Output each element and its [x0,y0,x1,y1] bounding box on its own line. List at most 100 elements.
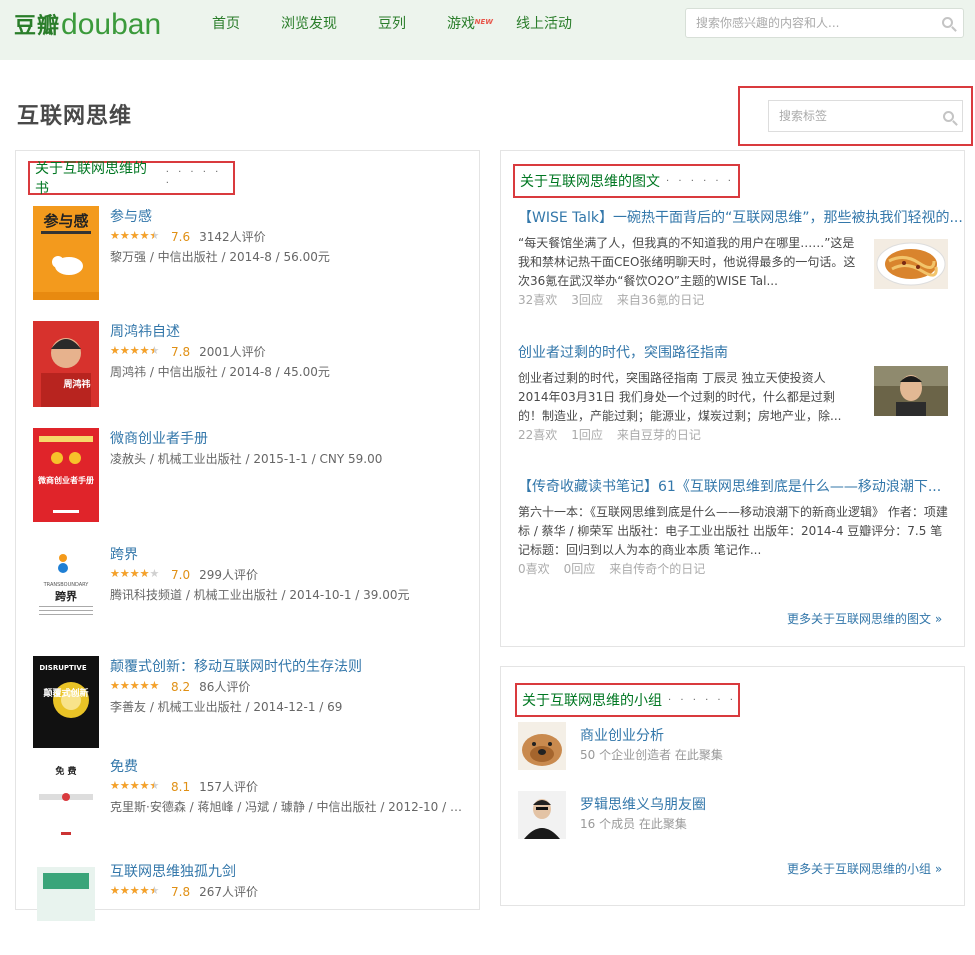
note-title[interactable]: 【传奇收藏读书笔记】61《互联网思维到底是什么——移动浪潮下... [518,479,941,495]
nav-item-home[interactable]: 首页 [212,14,240,34]
book-cover[interactable]: 微商创业者手册 [33,428,99,522]
search-icon[interactable] [942,17,953,28]
note-replies: 3回应 [571,293,603,307]
svg-text:颠覆式创新: 颠覆式创新 [43,687,88,699]
book-rating: ★★★★★★★★★★ 7.8 267人评价 [110,883,258,900]
site-search-input[interactable] [686,9,926,37]
rating-score: 8.1 [171,779,191,794]
note-source[interactable]: 来自豆芽的日记 [617,428,701,442]
books-header: 关于互联网思维的书 · · · · · · [28,161,235,197]
notes-panel: 关于互联网思维的图文 · · · · · · 【WISE Talk】一碗热干面背… [500,150,965,647]
rating-votes[interactable]: 299人评价 [199,566,258,583]
rating-score: 7.0 [171,567,191,582]
rating-stars: ★★★★★★★★★★ [110,228,160,242]
more-notes-link[interactable]: 更多关于互联网思维的图文 » [787,610,942,627]
group-member-count: 16 个成员 在此聚集 [580,817,687,831]
book-cover[interactable]: 周鸿祎 [33,321,99,415]
note-replies: 1回应 [571,428,603,442]
book-pub-info: 凌赦头 / 机械工业出版社 / 2015-1-1 / CNY 59.00 [110,452,383,466]
note-meta: 32喜欢 3回应 来自36氪的日记 [518,291,718,308]
rating-votes[interactable]: 3142人评价 [199,228,266,245]
book-title[interactable]: 微商创业者手册 [110,428,208,448]
note-replies: 0回应 [563,562,596,576]
book-title[interactable]: 周鸿祎自述 [110,321,180,341]
nav-label: 首页 [212,16,240,32]
svg-text:跨界: 跨界 [55,589,77,603]
nav-label: 线上活动 [516,16,572,32]
note-excerpt: “每天餐馆坐满了人，但我真的不知道我的用户在哪里……”这是我和禁林记热干面CEO… [518,236,856,288]
book-cover[interactable]: 免 费 [33,756,99,850]
note-meta: 22喜欢 1回应 来自豆芽的日记 [518,426,715,443]
book-title[interactable]: 互联网思维独孤九剑 [110,861,236,881]
book-cover[interactable] [33,861,99,955]
rating-stars: ★★★★★★★★★★ [110,566,160,580]
groups-header: 关于互联网思维的小组 · · · · · · [515,683,740,717]
rating-score: 7.8 [171,884,191,899]
rating-stars: ★★★★★★★★★★ [110,883,160,897]
note-likes: 32喜欢 [518,293,558,307]
book-pub-info: 克里斯·安德森 / 蒋旭峰 / 冯斌 / 璩静 / 中信出版社 / 2012-1… [110,800,462,814]
rating-votes[interactable]: 267人评价 [199,883,258,900]
group-avatar[interactable] [518,791,566,839]
nav-label: 豆列 [378,16,406,32]
note-excerpt: 创业者过剩的时代，突围路径指南 丁辰灵 独立天使投资人 2014年03月31日 … [518,371,842,423]
group-member-count: 50 个企业创造者 在此聚集 [580,748,723,762]
tag-search-input[interactable] [769,101,929,131]
svg-text:参与感: 参与感 [43,212,88,230]
section-dots: · · · · · · [165,167,222,189]
note-likes: 22喜欢 [518,428,558,442]
page-title: 互联网思维 [17,104,133,129]
svg-text:TRANSBOUNDARY: TRANSBOUNDARY [43,582,90,588]
svg-text:微商创业者手册: 微商创业者手册 [37,475,94,485]
nav-item-games[interactable]: 游戏 NEW [447,14,493,34]
book-title[interactable]: 参与感 [110,206,152,226]
rating-votes[interactable]: 86人评价 [199,678,250,695]
note-source[interactable]: 来自36氪的日记 [617,293,704,307]
groups-panel: 关于互联网思维的小组 · · · · · · 商业创业分析 50 个企业创造者 … [500,666,965,906]
nav-item-explore[interactable]: 浏览发现 [281,14,337,34]
search-icon[interactable] [943,111,954,122]
book-pub-info: 李善友 / 机械工业出版社 / 2014-12-1 / 69 [110,700,343,714]
rating-score: 7.6 [171,229,191,244]
note-excerpt: 第六十一本：《互联网思维到底是什么——移动浪潮下的新商业逻辑》 作者：项建标 /… [518,505,948,557]
rating-votes[interactable]: 157人评价 [199,778,258,795]
rating-stars: ★★★★★★★★★★ [110,778,160,792]
rating-votes[interactable]: 2001人评价 [199,343,266,360]
book-cover[interactable]: DISRUPTIVE 颠覆式创新 [33,656,99,750]
section-dots: · · · · · · [668,694,736,706]
book-cover[interactable]: 参与感 [33,206,99,300]
note-title[interactable]: 创业者过剩的时代，突围路径指南 [518,345,728,361]
rating-stars: ★★★★★★★★★★ [110,678,160,692]
book-cover[interactable]: TRANSBOUNDARY 跨界 [33,544,99,638]
note-likes: 0喜欢 [518,562,550,576]
book-title[interactable]: 免费 [110,756,138,776]
svg-text:免 费: 免 费 [55,765,76,777]
tag-search-highlight [738,86,973,146]
note-source[interactable]: 来自传奇个的日记 [609,562,705,576]
more-groups-link[interactable]: 更多关于互联网思维的小组 » [787,860,942,877]
nav-label: 游戏 [447,16,475,32]
note-thumbnail[interactable] [874,239,948,289]
book-rating: ★★★★★★★★★★ 7.6 3142人评价 [110,228,266,245]
notes-header: 关于互联网思维的图文 · · · · · · [513,164,740,198]
nav-item-doulist[interactable]: 豆列 [378,14,406,34]
book-rating: ★★★★★ ★★★★★ 8.2 86人评价 [110,678,250,695]
nav-menu: 首页 浏览发现 豆列 游戏 NEW 线上活动 [212,14,613,34]
note-item: 【WISE Talk】一碗热干面背后的“互联网思维”，那些被执我们轻视的... … [518,207,963,307]
group-name[interactable]: 商业创业分析 [580,725,664,745]
group-avatar[interactable] [518,722,566,770]
note-meta: 0喜欢 0回应 来自传奇个的日记 [518,560,719,577]
note-title[interactable]: 【WISE Talk】一碗热干面背后的“互联网思维”，那些被执我们轻视的... [518,210,963,226]
section-title: 关于互联网思维的小组 [522,693,662,709]
douban-logo[interactable]: 豆瓣 douban [14,6,161,40]
book-title[interactable]: 跨界 [110,544,138,564]
book-rating: ★★★★★★★★★★ 7.8 2001人评价 [110,343,266,360]
note-thumbnail[interactable] [874,366,948,416]
group-name[interactable]: 罗辑思维义乌朋友圈 [580,794,706,814]
section-title: 关于互联网思维的图文 [520,174,660,190]
rating-score: 7.8 [171,344,191,359]
nav-item-online-events[interactable]: 线上活动 [516,14,572,34]
nav-label: 浏览发现 [281,16,337,32]
rating-stars: ★★★★★★★★★★ [110,343,160,357]
book-title[interactable]: 颠覆式创新：移动互联网时代的生存法则 [110,656,362,676]
